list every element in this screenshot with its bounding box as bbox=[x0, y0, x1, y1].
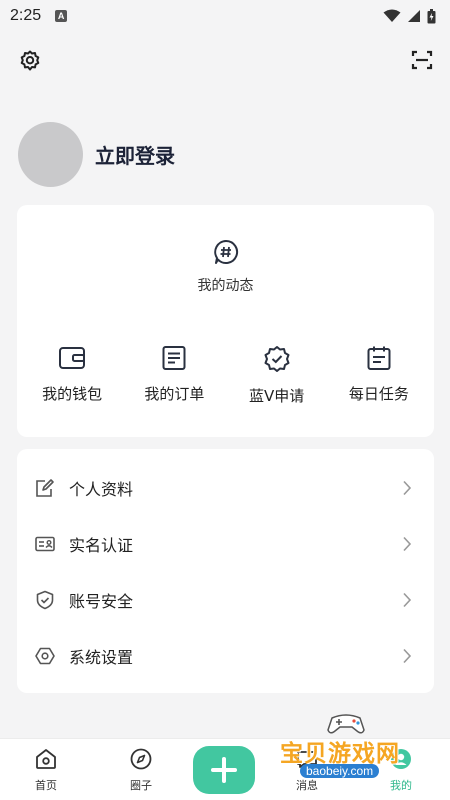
order-list-icon bbox=[162, 346, 186, 370]
tab-home[interactable]: 首页 bbox=[16, 747, 76, 793]
my-dynamic-label: 我的动态 bbox=[197, 278, 254, 294]
blue-v-apply-label: 蓝V申请 bbox=[248, 387, 305, 405]
wallet-icon bbox=[59, 347, 86, 369]
settings-hex-icon bbox=[35, 647, 55, 665]
tab-home-label: 首页 bbox=[35, 779, 57, 792]
watermark: 宝贝游戏网 baobeiy.com bbox=[278, 712, 438, 782]
settings-menu-card: 个人资料 实名认证 账号安全 系统设置 bbox=[17, 449, 434, 693]
signal-icon bbox=[408, 10, 420, 22]
calendar-task-icon bbox=[367, 346, 391, 370]
menu-item-security[interactable]: 账号安全 bbox=[17, 572, 434, 628]
menu-item-system-settings[interactable]: 系统设置 bbox=[17, 628, 434, 684]
quick-actions-card: 我的动态 我的钱包 我的订单 蓝V申请 每日任务 bbox=[17, 205, 434, 437]
daily-tasks-button[interactable]: 每日任务 bbox=[331, 345, 427, 406]
tab-circle-label: 圈子 bbox=[130, 779, 152, 792]
chevron-right-icon bbox=[403, 592, 412, 608]
id-card-icon bbox=[35, 536, 55, 552]
wallet-button[interactable]: 我的钱包 bbox=[24, 345, 120, 406]
orders-label: 我的订单 bbox=[144, 385, 205, 403]
edit-profile-icon bbox=[36, 479, 54, 497]
avatar[interactable] bbox=[18, 122, 83, 187]
battery-icon bbox=[427, 8, 436, 23]
wifi-icon bbox=[383, 9, 401, 22]
status-time: 2:25 bbox=[10, 7, 42, 24]
shield-check-icon bbox=[36, 590, 54, 610]
daily-tasks-label: 每日任务 bbox=[348, 385, 409, 403]
my-dynamic-button[interactable]: 我的动态 bbox=[17, 239, 434, 295]
plus-icon bbox=[211, 757, 237, 783]
status-bar: 2:25 A bbox=[0, 0, 450, 32]
profile-header[interactable]: 立即登录 bbox=[18, 122, 175, 187]
gear-icon[interactable] bbox=[18, 48, 42, 72]
tab-circle[interactable]: 圈子 bbox=[111, 747, 171, 793]
home-icon bbox=[36, 749, 56, 769]
login-link[interactable]: 立即登录 bbox=[95, 140, 175, 169]
menu-item-label: 系统设置 bbox=[69, 648, 134, 667]
orders-button[interactable]: 我的订单 bbox=[126, 345, 222, 406]
blue-v-apply-button[interactable]: 蓝V申请 bbox=[229, 345, 325, 406]
compass-icon bbox=[130, 748, 152, 770]
chevron-right-icon bbox=[403, 480, 412, 496]
watermark-url: baobeiy.com bbox=[300, 764, 380, 778]
quick-actions-row: 我的钱包 我的订单 蓝V申请 每日任务 bbox=[17, 345, 434, 406]
notification-badge: A bbox=[55, 10, 68, 22]
menu-item-label: 个人资料 bbox=[69, 480, 134, 499]
chevron-right-icon bbox=[403, 536, 412, 552]
hashtag-bubble-icon bbox=[213, 239, 238, 264]
menu-item-profile[interactable]: 个人资料 bbox=[17, 460, 434, 516]
menu-item-realname[interactable]: 实名认证 bbox=[17, 516, 434, 572]
verified-badge-icon bbox=[264, 346, 290, 372]
gamepad-icon bbox=[327, 714, 365, 734]
wallet-label: 我的钱包 bbox=[42, 385, 103, 403]
watermark-text: 宝贝游戏网 bbox=[280, 741, 400, 767]
top-toolbar bbox=[0, 48, 450, 74]
menu-item-label: 账号安全 bbox=[69, 592, 134, 611]
scan-icon[interactable] bbox=[410, 48, 434, 72]
menu-item-label: 实名认证 bbox=[69, 536, 134, 555]
create-post-button[interactable] bbox=[193, 746, 255, 794]
chevron-right-icon bbox=[403, 648, 412, 664]
